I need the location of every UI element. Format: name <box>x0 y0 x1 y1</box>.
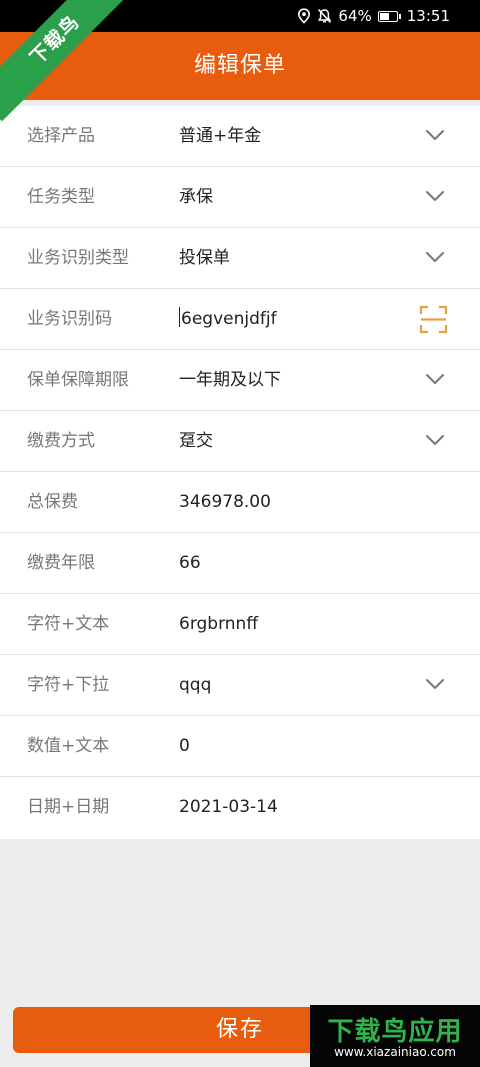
battery-icon <box>377 10 401 22</box>
scan-icon[interactable] <box>419 305 448 334</box>
chevron-down-icon[interactable] <box>425 189 445 203</box>
battery-fill <box>379 12 390 20</box>
total-premium-input[interactable]: 346978.00 <box>179 472 271 533</box>
chevron-down-icon[interactable] <box>425 677 445 691</box>
form-row-coverage-period[interactable]: 保单保障期限 一年期及以下 <box>0 350 480 411</box>
row-value: 投保单 <box>179 248 230 268</box>
form-row-payment-years[interactable]: 缴费年限 66 <box>0 533 480 594</box>
chevron-down-icon[interactable] <box>425 128 445 142</box>
form-row-number-text[interactable]: 数值+文本 0 <box>0 716 480 777</box>
row-value: qqq <box>179 675 212 695</box>
status-indicators: 64% 13:51 <box>297 0 450 32</box>
row-label: 保单保障期限 <box>27 370 129 390</box>
char-text-input[interactable]: 6rgbrnnff <box>179 594 258 655</box>
row-label: 缴费年限 <box>27 553 95 573</box>
battery-percent: 64% <box>338 7 372 25</box>
form-row-product[interactable]: 选择产品 普通+年金 <box>0 106 480 167</box>
location-icon <box>298 8 311 24</box>
input-value: 6egvenjdfjf <box>181 309 277 329</box>
chevron-down-icon[interactable] <box>425 372 445 386</box>
form-row-business-id-code[interactable]: 业务识别码 6egvenjdfjf <box>0 289 480 350</box>
row-label: 选择产品 <box>27 126 95 146</box>
form-row-char-text[interactable]: 字符+文本 6rgbrnnff <box>0 594 480 655</box>
row-label: 字符+下拉 <box>27 675 110 695</box>
site-watermark: 下载鸟应用 www.xiazainiao.com <box>310 1005 480 1067</box>
row-label: 业务识别码 <box>27 309 112 329</box>
watermark-url: www.xiazainiao.com <box>334 1045 456 1059</box>
row-value: 趸交 <box>179 431 213 451</box>
watermark-title: 下载鸟应用 <box>327 1017 463 1047</box>
row-label: 缴费方式 <box>27 431 95 451</box>
payment-years-input[interactable]: 66 <box>179 533 201 594</box>
row-label: 业务识别类型 <box>27 248 129 268</box>
policy-form: 选择产品 普通+年金 任务类型 承保 业务识别类型 投保单 业务识别码 6egv… <box>0 106 480 839</box>
date-picker-value[interactable]: 2021-03-14 <box>179 777 278 838</box>
row-value: 承保 <box>179 187 213 207</box>
form-row-task-type[interactable]: 任务类型 承保 <box>0 167 480 228</box>
row-label: 日期+日期 <box>27 797 110 817</box>
form-row-business-id-type[interactable]: 业务识别类型 投保单 <box>0 228 480 289</box>
row-value: 一年期及以下 <box>179 370 281 390</box>
row-value: 普通+年金 <box>179 126 262 146</box>
chevron-down-icon[interactable] <box>425 433 445 447</box>
row-label: 总保费 <box>27 492 78 512</box>
form-row-char-dropdown[interactable]: 字符+下拉 qqq <box>0 655 480 716</box>
number-text-input[interactable]: 0 <box>179 716 190 777</box>
row-label: 任务类型 <box>27 187 95 207</box>
row-label: 数值+文本 <box>27 736 110 756</box>
mute-bell-icon <box>318 8 332 24</box>
form-row-total-premium[interactable]: 总保费 346978.00 <box>0 472 480 533</box>
business-id-code-input[interactable]: 6egvenjdfjf <box>179 289 277 350</box>
form-row-date[interactable]: 日期+日期 2021-03-14 <box>0 777 480 839</box>
chevron-down-icon[interactable] <box>425 250 445 264</box>
form-row-payment-method[interactable]: 缴费方式 趸交 <box>0 411 480 472</box>
text-caret <box>179 307 180 327</box>
row-label: 字符+文本 <box>27 614 110 634</box>
status-time: 13:51 <box>406 7 450 25</box>
